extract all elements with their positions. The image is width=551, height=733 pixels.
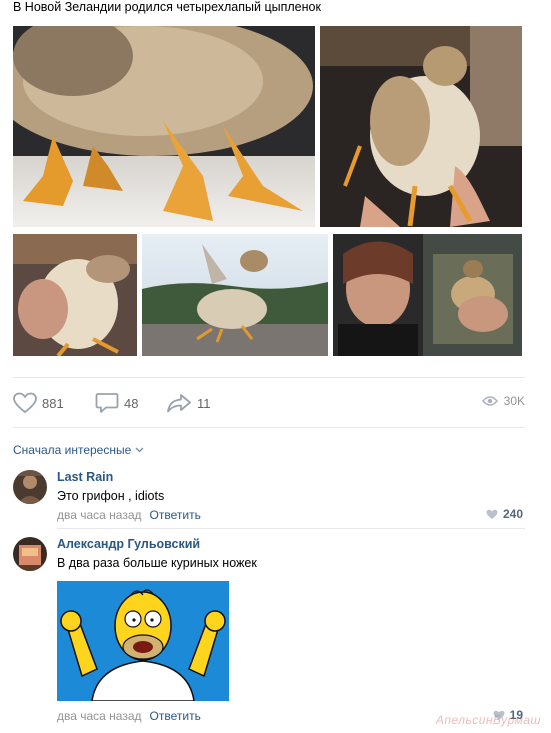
eye-icon [481,396,498,406]
comment-time[interactable]: два часа назад [57,709,142,723]
comments-count: 48 [124,395,139,411]
comment-text: Это грифон , idiots [57,489,165,503]
comment-icon [95,393,119,413]
avatar[interactable] [13,537,47,571]
chick-legs-image [13,26,315,227]
share-button[interactable]: 11 [166,392,211,414]
comment-meta: два часа назад Ответить [57,709,201,723]
divider [13,427,525,428]
like-button[interactable]: 881 [13,392,64,414]
post-photo-1[interactable] [13,26,315,227]
views-counter: 30K [481,394,525,408]
comment-item: Александр Гульовский В два раза больше к… [13,537,525,727]
heart-icon [486,509,498,519]
divider [13,377,525,378]
comment-like-button[interactable]: 240 [486,507,523,521]
comment-likes-count: 240 [502,507,523,521]
comment-time[interactable]: два часа назад [57,508,142,522]
chick-in-hand-image [320,26,522,227]
post-photo-3[interactable] [13,234,137,356]
comment-meta: два часа назад Ответить [57,508,201,522]
likes-count: 881 [42,395,64,411]
chick-outdoors-image [142,234,328,356]
watermark: АпельсинБурмаш [435,713,541,727]
woman-with-chick-image [333,234,522,356]
comment-attachment-image[interactable] [57,581,229,701]
heart-icon [13,392,37,414]
post-title: В Новой Зеландии родился четырехлапый цы… [13,0,321,14]
avatar[interactable] [13,470,47,504]
reply-button[interactable]: Ответить [150,709,201,723]
comment-author[interactable]: Last Rain [57,470,113,484]
reply-button[interactable]: Ответить [150,508,201,522]
chevron-down-icon [135,447,144,453]
homer-simpson-image [57,581,229,701]
comment-item: Last Rain Это грифон , idiots два часа н… [13,470,525,528]
comment-button[interactable]: 48 [95,392,138,414]
post-photo-5[interactable] [333,234,522,356]
views-count: 30K [503,394,525,408]
share-icon [167,394,191,413]
comment-text: В два раза больше куриных ножек [57,556,257,570]
post-actions-bar: 881 48 11 30K [13,392,525,416]
sort-label: Сначала интересные [13,443,132,457]
shares-count: 11 [197,395,211,411]
post-photo-2[interactable] [320,26,522,227]
divider [57,528,525,529]
chick-held-closeup-image [13,234,137,356]
comments-sort-dropdown[interactable]: Сначала интересные [13,443,144,457]
comment-author[interactable]: Александр Гульовский [57,537,200,551]
post-photo-4[interactable] [142,234,328,356]
